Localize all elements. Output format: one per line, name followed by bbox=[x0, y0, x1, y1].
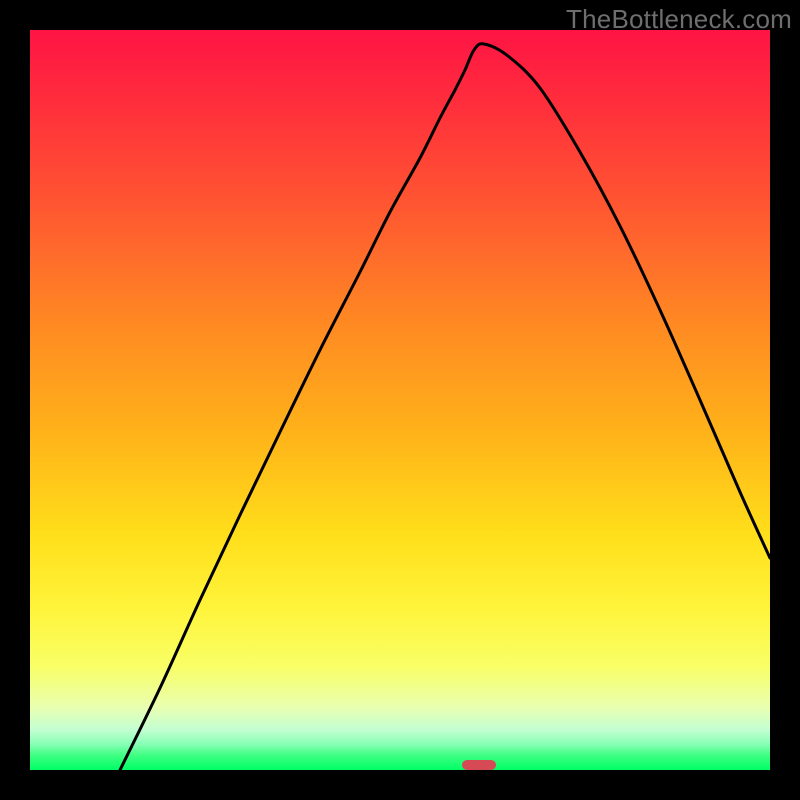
chart-frame: TheBottleneck.com bbox=[0, 0, 800, 800]
plot-area bbox=[30, 30, 770, 770]
curve-layer bbox=[30, 30, 770, 770]
bottleneck-curve bbox=[120, 44, 770, 770]
min-marker bbox=[462, 760, 496, 770]
watermark-text: TheBottleneck.com bbox=[566, 4, 792, 35]
